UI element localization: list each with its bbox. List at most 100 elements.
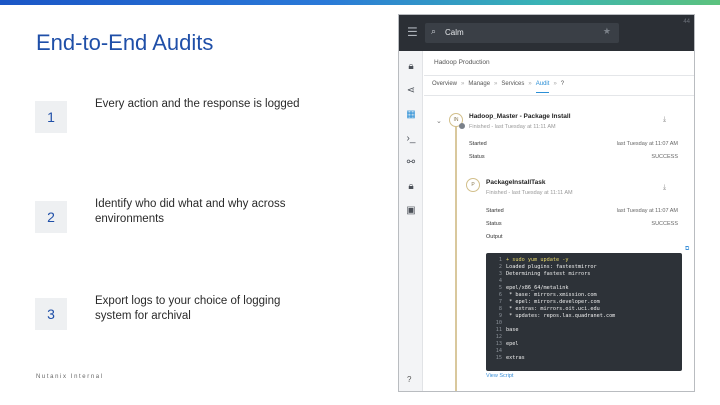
terminal-line: 10 <box>492 320 676 327</box>
line-number: 11 <box>495 327 502 333</box>
terminal-line: 8 * extras: mirrors.oit.uci.edu <box>492 306 676 313</box>
timeline-node: IN <box>449 113 465 129</box>
search-icon: ⌕ <box>431 26 437 36</box>
terminal-line: 9 * updates: repos.lax.quadranet.com <box>492 313 676 320</box>
step-number: 3 <box>35 298 67 330</box>
line-number: 10 <box>495 320 502 326</box>
tab-bar: Overview » Manage » Services » Audit » ? <box>432 81 568 93</box>
help-icon[interactable]: ? <box>407 375 411 384</box>
breadcrumb[interactable]: Hadoop Production <box>434 59 490 66</box>
audit-entry-title[interactable]: Hadoop_Master - Package Install <box>469 113 571 120</box>
line-text: epel/x86_64/metalink <box>506 285 569 291</box>
line-number: 8 <box>498 306 502 312</box>
terminal-line: 13 epel <box>492 341 676 348</box>
tab-separator: » <box>461 81 465 87</box>
app-header: ☰ ⌕ Calm ★ 44 <box>399 15 694 51</box>
line-text: * extras: mirrors.oit.uci.edu <box>506 306 600 312</box>
step-text: Export logs to your choice of logging sy… <box>95 295 281 322</box>
step-text: Identify who did what and why across env… <box>95 198 286 225</box>
line-text: Determining fastest mirrors <box>506 271 591 277</box>
counter: 44 <box>683 19 690 25</box>
lock-icon[interactable]: 🔒︎ <box>404 59 418 73</box>
terminal-line: 15 extras <box>492 355 676 362</box>
tab-overview[interactable]: Overview <box>432 81 457 93</box>
tab-services[interactable]: Services <box>501 81 524 93</box>
line-text: * base: mirrors.xmission.com <box>506 292 597 298</box>
terminal-line: 6 * base: mirrors.xmission.com <box>492 292 676 299</box>
terminal-line: 4 <box>492 278 676 285</box>
slide-title: End-to-End Audits <box>36 30 214 55</box>
line-number: 12 <box>495 334 502 340</box>
main-content: Hadoop Production Overview » Manage » Se… <box>424 51 694 391</box>
line-number: 2 <box>498 264 502 270</box>
chevron-down-icon[interactable]: ⌄ <box>436 117 442 125</box>
node-label: P <box>471 182 475 188</box>
line-number: 6 <box>498 292 502 298</box>
line-text: + sudo yum update -y <box>506 257 569 263</box>
terminal-line: 2 Loaded plugins: fastestmirror <box>492 264 676 271</box>
tab-help[interactable]: ? <box>561 81 564 93</box>
brand-gradient-bar <box>0 0 720 5</box>
terminal-line: 5 epel/x86_64/metalink <box>492 285 676 292</box>
download-icon[interactable]: ⤓ <box>663 184 666 192</box>
line-number: 1 <box>498 257 502 263</box>
divider <box>424 75 694 76</box>
line-number: 5 <box>498 285 502 291</box>
node-label: IN <box>453 117 459 123</box>
search-value: Calm <box>445 28 464 37</box>
line-number: 7 <box>498 299 502 305</box>
tab-manage[interactable]: Manage <box>468 81 490 93</box>
status-value: SUCCESS <box>651 221 678 227</box>
search-input[interactable]: ⌕ Calm ★ <box>425 23 619 43</box>
step-1: 1 Every action and the response is logge… <box>35 98 355 141</box>
link-icon[interactable]: ⚯ <box>404 155 418 169</box>
external-link-icon[interactable]: ⧉ <box>685 246 689 253</box>
terminal-line: 11 base <box>492 327 676 334</box>
line-text: extras <box>506 355 525 361</box>
timeline-line <box>455 121 457 391</box>
apps-icon[interactable]: ▦ <box>404 107 418 121</box>
step-number: 2 <box>35 201 67 233</box>
menu-icon[interactable]: ☰ <box>407 25 421 39</box>
line-text: epel <box>506 341 519 347</box>
terminal-line: 12 <box>492 334 676 341</box>
divider <box>424 95 694 96</box>
terminal-line: 14 <box>492 348 676 355</box>
line-text: base <box>506 327 519 333</box>
view-script-link[interactable]: View Script <box>486 373 513 379</box>
line-number: 15 <box>495 355 502 361</box>
line-text: * epel: mirrors.developer.com <box>506 299 600 305</box>
step-3: 3 Export logs to your choice of logging … <box>35 295 355 338</box>
line-number: 9 <box>498 313 502 319</box>
tab-audit[interactable]: Audit <box>535 81 550 93</box>
download-icon[interactable]: ⤓ <box>663 116 666 124</box>
copy-icon[interactable]: ▣ <box>404 203 418 217</box>
timeline-node: P <box>466 178 480 192</box>
status-label: Status <box>469 154 485 160</box>
started-label: Started <box>486 208 504 214</box>
terminal-icon[interactable]: ›_ <box>404 131 418 145</box>
status-value: SUCCESS <box>651 154 678 160</box>
step-text: Every action and the response is logged <box>95 98 300 110</box>
started-value: last Tuesday at 11:07 AM <box>616 208 678 214</box>
side-rail: 🔒︎ ⋖ ▦ ›_ ⚯ 🔒︎ ▣ <box>399 51 423 391</box>
started-label: Started <box>469 141 487 147</box>
line-text: Loaded plugins: fastestmirror <box>506 264 597 270</box>
tab-separator: » <box>553 81 557 87</box>
audit-task-subtitle: Finished - last Tuesday at 11:11 AM <box>486 190 573 196</box>
line-number: 3 <box>498 271 502 277</box>
audit-task-title[interactable]: PackageInstallTask <box>486 179 546 186</box>
status-label: Status <box>486 221 502 227</box>
star-icon[interactable]: ★ <box>603 26 611 37</box>
lock-icon[interactable]: 🔒︎ <box>404 179 418 193</box>
line-number: 4 <box>498 278 502 284</box>
started-value: last Tuesday at 11:07 AM <box>616 141 678 147</box>
line-number: 14 <box>495 348 502 354</box>
share-icon[interactable]: ⋖ <box>404 83 418 97</box>
terminal-line: 7 * epel: mirrors.developer.com <box>492 299 676 306</box>
app-screenshot: ☰ ⌕ Calm ★ 44 🔒︎ ⋖ ▦ ›_ ⚯ 🔒︎ ▣ ? Hadoop … <box>398 14 695 392</box>
tab-separator: » <box>494 81 498 87</box>
terminal-line: 3 Determining fastest mirrors <box>492 271 676 278</box>
tab-separator: » <box>528 81 532 87</box>
step-number: 1 <box>35 101 67 133</box>
